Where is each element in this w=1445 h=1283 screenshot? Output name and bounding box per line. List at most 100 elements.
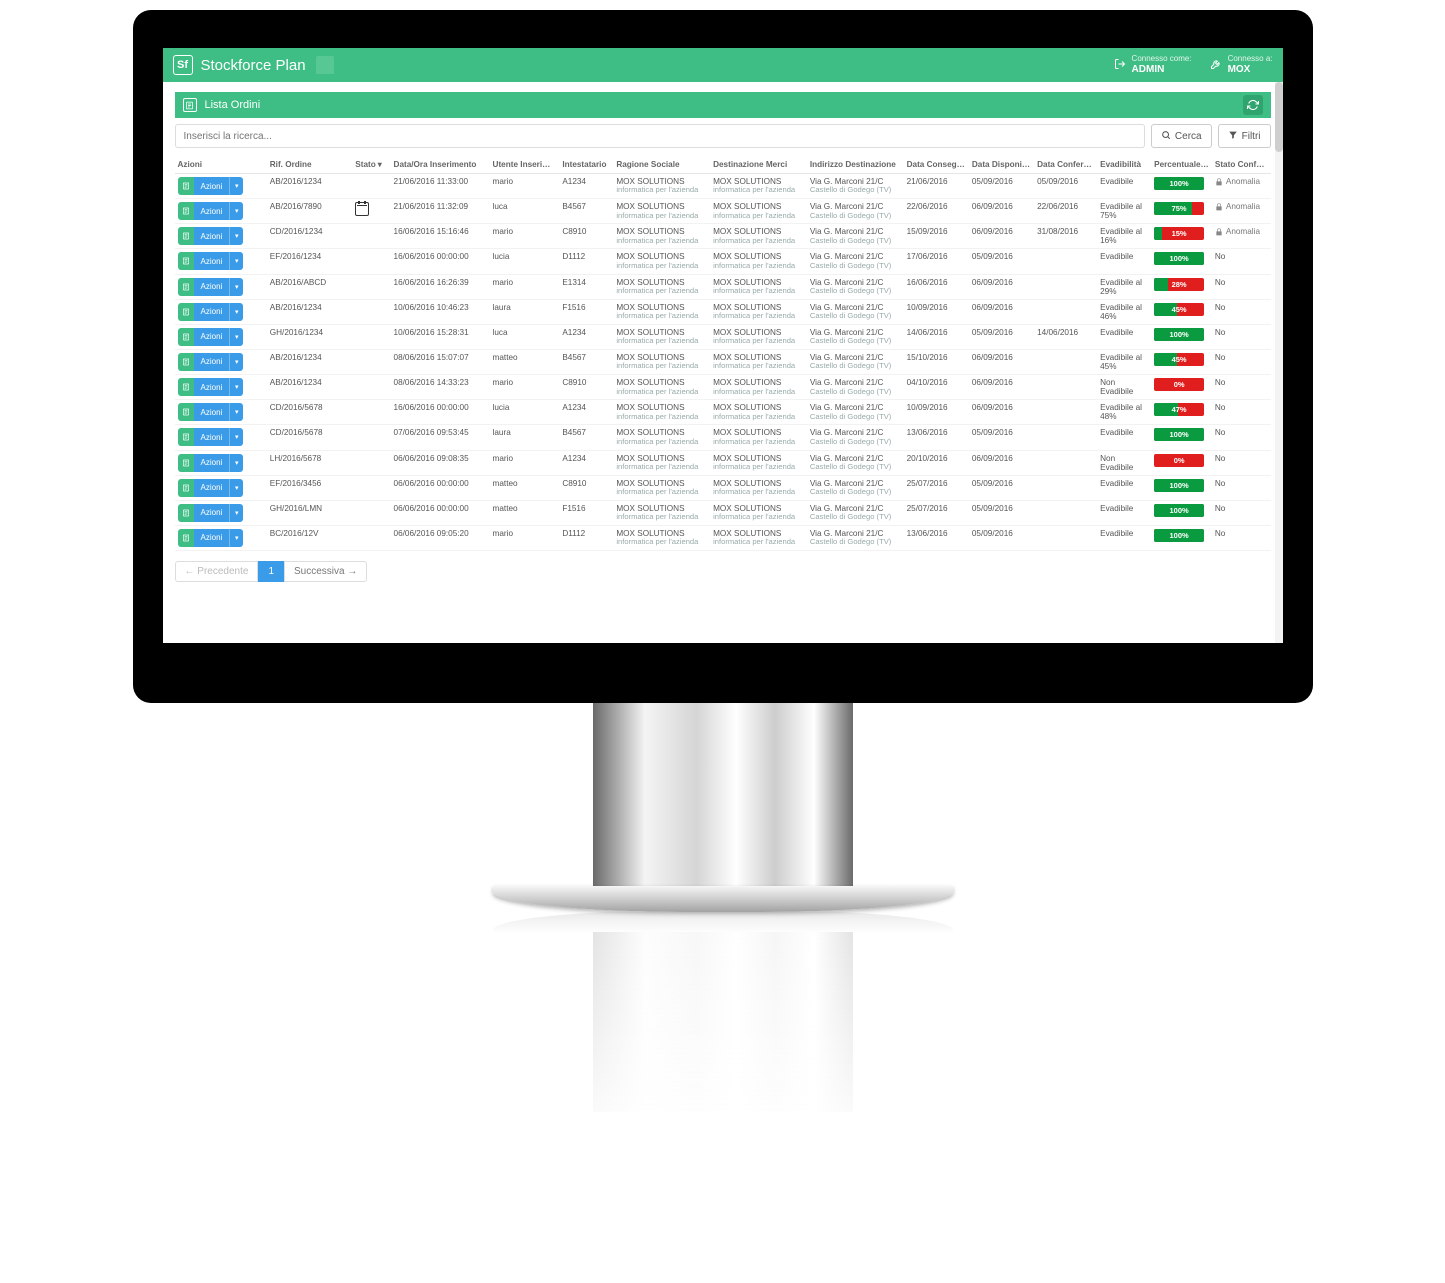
progress-bar: 100% [1154, 479, 1204, 492]
th-dataora[interactable]: Data/Ora Inserimento [391, 156, 490, 174]
cell-confermata [1034, 475, 1097, 500]
cell-disponibilita: 06/09/2016 [969, 199, 1034, 224]
cell-disponibilita: 05/09/2016 [969, 425, 1034, 450]
refresh-button[interactable] [1243, 95, 1263, 115]
search-input[interactable] [175, 124, 1145, 148]
th-azioni[interactable]: Azioni [175, 156, 267, 174]
th-stato[interactable]: Stato [352, 156, 390, 174]
azioni-button[interactable]: Azioni ▾ [178, 353, 244, 371]
azioni-button[interactable]: Azioni ▾ [178, 454, 244, 472]
cell-intestatario: D1112 [559, 249, 613, 274]
th-evadibilita[interactable]: Evadibilità [1097, 156, 1151, 174]
cell-rif: AB/2016/1234 [267, 375, 353, 400]
topbar-user-block[interactable]: Connesso come: ADMIN [1114, 55, 1192, 75]
status-no: No [1215, 479, 1225, 488]
status-no: No [1215, 303, 1225, 312]
progress-bar: 15% [1154, 227, 1204, 240]
azioni-button[interactable]: Azioni ▾ [178, 303, 244, 321]
th-ragione[interactable]: Ragione Sociale [613, 156, 710, 174]
pager-prev[interactable]: ← Precedente [175, 561, 259, 582]
cell-ragione: MOX SOLUTIONSinformatica per l'azienda [613, 375, 710, 400]
status-no: No [1215, 353, 1225, 362]
cell-utente: mario [490, 525, 560, 550]
pager-next[interactable]: Successiva → [284, 561, 367, 582]
login-label: Connesso come: [1132, 55, 1192, 64]
cell-rif: CD/2016/1234 [267, 224, 353, 249]
chevron-down-icon: ▾ [229, 353, 243, 371]
azioni-button[interactable]: Azioni ▾ [178, 278, 244, 296]
progress-bar: 75% [1154, 202, 1204, 215]
cell-destinazione: MOX SOLUTIONSinformatica per l'azienda [710, 199, 807, 224]
azioni-button[interactable]: Azioni ▾ [178, 328, 244, 346]
status-no: No [1215, 428, 1225, 437]
row-list-icon [178, 252, 194, 270]
cell-stato [352, 349, 390, 374]
cell-indirizzo: Via G. Marconi 21/CCastello di Godego (T… [807, 324, 904, 349]
cell-indirizzo: Via G. Marconi 21/CCastello di Godego (T… [807, 400, 904, 425]
th-destinazione[interactable]: Destinazione Merci [710, 156, 807, 174]
cell-utente: mario [490, 224, 560, 249]
azioni-button[interactable]: Azioni ▾ [178, 403, 244, 421]
azioni-button[interactable]: Azioni ▾ [178, 252, 244, 270]
azioni-button[interactable]: Azioni ▾ [178, 177, 244, 195]
azioni-label: Azioni [194, 303, 230, 321]
cell-evadibilita: Evadibile al 75% [1097, 199, 1151, 224]
pager-page-1[interactable]: 1 [258, 561, 284, 582]
cell-indirizzo: Via G. Marconi 21/CCastello di Godego (T… [807, 224, 904, 249]
cell-dataora: 08/06/2016 14:33:23 [391, 375, 490, 400]
cell-intestatario: A1234 [559, 400, 613, 425]
screen: Sf Stockforce Plan Connesso come: ADMIN [163, 48, 1283, 643]
filter-button[interactable]: Filtri [1218, 124, 1271, 148]
logout-icon [1114, 58, 1126, 73]
azioni-button[interactable]: Azioni ▾ [178, 202, 244, 220]
cell-destinazione: MOX SOLUTIONSinformatica per l'azienda [710, 349, 807, 374]
azioni-button[interactable]: Azioni ▾ [178, 378, 244, 396]
azioni-label: Azioni [194, 428, 230, 446]
cell-stato [352, 274, 390, 299]
th-confermata[interactable]: Data Confermata [1034, 156, 1097, 174]
azioni-button[interactable]: Azioni ▾ [178, 504, 244, 522]
cell-dataora: 07/06/2016 09:53:45 [391, 425, 490, 450]
cell-destinazione: MOX SOLUTIONSinformatica per l'azienda [710, 400, 807, 425]
cell-confermata [1034, 274, 1097, 299]
cell-consegna: 04/10/2016 [904, 375, 969, 400]
chevron-down-icon: ▾ [229, 328, 243, 346]
cell-stato [352, 249, 390, 274]
status-no: No [1215, 378, 1225, 387]
cell-utente: luca [490, 324, 560, 349]
status-no: No [1215, 278, 1225, 287]
azioni-button[interactable]: Azioni ▾ [178, 227, 244, 245]
search-button[interactable]: Cerca [1151, 124, 1212, 148]
th-consegna[interactable]: Data Consegna Rich. [904, 156, 969, 174]
cell-evadibilita: Evadibile [1097, 500, 1151, 525]
th-indirizzo[interactable]: Indirizzo Destinazione [807, 156, 904, 174]
brand-name: Stockforce Plan [201, 57, 306, 74]
topbar-tab[interactable] [316, 56, 334, 74]
azioni-button[interactable]: Azioni ▾ [178, 479, 244, 497]
table-row: Azioni ▾ LH/2016/5678 06/06/2016 09:08:3… [175, 450, 1271, 475]
scrollbar-thumb[interactable] [1275, 82, 1283, 152]
azioni-button[interactable]: Azioni ▾ [178, 428, 244, 446]
th-utente[interactable]: Utente Inserimento [490, 156, 560, 174]
chevron-down-icon: ▾ [229, 278, 243, 296]
row-list-icon [178, 202, 194, 220]
scrollbar[interactable] [1275, 82, 1283, 643]
cell-consegna: 17/06/2016 [904, 249, 969, 274]
th-rif[interactable]: Rif. Ordine [267, 156, 353, 174]
cell-destinazione: MOX SOLUTIONSinformatica per l'azienda [710, 475, 807, 500]
cell-indirizzo: Via G. Marconi 21/CCastello di Godego (T… [807, 349, 904, 374]
th-intestatario[interactable]: Intestatario [559, 156, 613, 174]
cell-confermata [1034, 299, 1097, 324]
pager: ← Precedente 1 Successiva → [175, 561, 1271, 582]
chevron-down-icon: ▾ [229, 252, 243, 270]
cell-ragione: MOX SOLUTIONSinformatica per l'azienda [613, 174, 710, 199]
azioni-button[interactable]: Azioni ▾ [178, 529, 244, 547]
topbar-company-block[interactable]: Connesso a: MOX [1210, 55, 1273, 75]
cell-percentuale: 28% [1151, 274, 1212, 299]
chevron-down-icon: ▾ [229, 428, 243, 446]
th-percentuale[interactable]: Percentuale Evadibile [1151, 156, 1212, 174]
th-statoconf[interactable]: Stato Conferma [1212, 156, 1271, 174]
th-disponibilita[interactable]: Data Disponibilità [969, 156, 1034, 174]
cell-ragione: MOX SOLUTIONSinformatica per l'azienda [613, 425, 710, 450]
cell-destinazione: MOX SOLUTIONSinformatica per l'azienda [710, 224, 807, 249]
